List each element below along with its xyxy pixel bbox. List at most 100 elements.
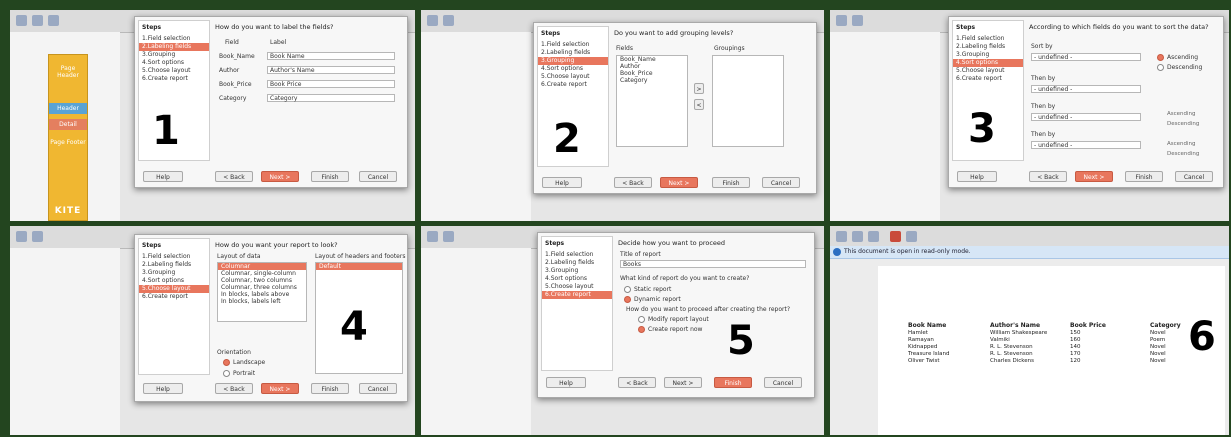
next-button[interactable]: Next > bbox=[660, 177, 698, 188]
help-button[interactable]: Help bbox=[957, 171, 997, 182]
layout-data-list[interactable]: Columnar Columnar, single-column Columna… bbox=[217, 262, 307, 322]
open-icon[interactable] bbox=[443, 231, 454, 242]
step-item[interactable]: 6.Create report bbox=[953, 75, 1023, 83]
step-item[interactable]: 5.Choose layout bbox=[542, 283, 612, 291]
header-section[interactable]: Header bbox=[49, 103, 87, 114]
step-item-active[interactable]: 4.Sort options bbox=[953, 59, 1023, 67]
create-now-radio[interactable] bbox=[638, 326, 645, 333]
step-item[interactable]: 1.Field selection bbox=[538, 41, 608, 49]
then-by-select[interactable]: - undefined - bbox=[1031, 113, 1141, 121]
step-item[interactable]: 6.Create report bbox=[139, 293, 209, 301]
back-button[interactable]: < Back bbox=[215, 383, 253, 394]
list-item-selected[interactable]: Default bbox=[316, 263, 402, 270]
step-item[interactable]: 2.Labeling fields bbox=[953, 43, 1023, 51]
new-document-icon[interactable] bbox=[427, 231, 438, 242]
cancel-button[interactable]: Cancel bbox=[359, 171, 397, 182]
open-icon[interactable] bbox=[443, 15, 454, 26]
step-item[interactable]: 2.Labeling fields bbox=[139, 261, 209, 269]
label-input[interactable]: Category bbox=[267, 94, 395, 102]
next-button[interactable]: Next > bbox=[261, 171, 299, 182]
back-button[interactable]: < Back bbox=[614, 177, 652, 188]
label-input[interactable]: Book Name bbox=[267, 52, 395, 60]
list-item[interactable]: Columnar, single-column bbox=[218, 270, 306, 277]
portrait-radio[interactable] bbox=[223, 370, 230, 377]
list-item[interactable]: In blocks, labels above bbox=[218, 291, 306, 298]
help-button[interactable]: Help bbox=[542, 177, 582, 188]
new-document-icon[interactable] bbox=[836, 231, 847, 242]
finish-button[interactable]: Finish bbox=[311, 171, 349, 182]
list-item-selected[interactable]: Columnar bbox=[218, 263, 306, 270]
step-item[interactable]: 5.Choose layout bbox=[139, 67, 209, 75]
list-item[interactable]: Book_Price bbox=[617, 70, 687, 77]
cancel-button[interactable]: Cancel bbox=[764, 377, 802, 388]
pdf-export-icon[interactable] bbox=[890, 231, 901, 242]
new-document-icon[interactable] bbox=[427, 15, 438, 26]
open-icon[interactable] bbox=[852, 231, 863, 242]
descending-radio[interactable] bbox=[1157, 64, 1164, 71]
add-group-button[interactable]: > bbox=[694, 83, 704, 94]
static-report-radio[interactable] bbox=[624, 286, 631, 293]
label-input[interactable]: Book Price bbox=[267, 80, 395, 88]
detail-section[interactable]: Detail bbox=[49, 119, 87, 130]
finish-button[interactable]: Finish bbox=[714, 377, 752, 388]
finish-button[interactable]: Finish bbox=[712, 177, 750, 188]
step-item-active[interactable]: 6.Create report bbox=[542, 291, 612, 299]
open-icon[interactable] bbox=[32, 231, 43, 242]
sort-by-select[interactable]: - undefined - bbox=[1031, 53, 1141, 61]
step-item[interactable]: 6.Create report bbox=[139, 75, 209, 83]
list-item[interactable]: In blocks, labels left bbox=[218, 298, 306, 305]
print-icon[interactable] bbox=[906, 231, 917, 242]
then-by-select[interactable]: - undefined - bbox=[1031, 85, 1141, 93]
step-item[interactable]: 5.Choose layout bbox=[538, 73, 608, 81]
then-by-select[interactable]: - undefined - bbox=[1031, 141, 1141, 149]
step-item[interactable]: 4.Sort options bbox=[139, 59, 209, 67]
modify-layout-radio[interactable] bbox=[638, 316, 645, 323]
new-document-icon[interactable] bbox=[836, 15, 847, 26]
page-header-section[interactable]: Page Header bbox=[49, 65, 87, 79]
landscape-radio[interactable] bbox=[223, 359, 230, 366]
page-footer-section[interactable]: Page Footer bbox=[49, 139, 87, 146]
step-item-active[interactable]: 5.Choose layout bbox=[139, 285, 209, 293]
cancel-button[interactable]: Cancel bbox=[1175, 171, 1213, 182]
step-item[interactable]: 1.Field selection bbox=[139, 35, 209, 43]
step-item[interactable]: 2.Labeling fields bbox=[538, 49, 608, 57]
step-item[interactable]: 5.Choose layout bbox=[953, 67, 1023, 75]
step-item[interactable]: 4.Sort options bbox=[538, 65, 608, 73]
step-item[interactable]: 1.Field selection bbox=[953, 35, 1023, 43]
help-button[interactable]: Help bbox=[546, 377, 586, 388]
dynamic-report-radio[interactable] bbox=[624, 296, 631, 303]
ascending-radio[interactable] bbox=[1157, 54, 1164, 61]
next-button[interactable]: Next > bbox=[1075, 171, 1113, 182]
new-document-icon[interactable] bbox=[16, 231, 27, 242]
remove-group-button[interactable]: < bbox=[694, 99, 704, 110]
report-title-input[interactable]: Books bbox=[620, 260, 806, 268]
back-button[interactable]: < Back bbox=[1029, 171, 1067, 182]
step-item[interactable]: 3.Grouping bbox=[542, 267, 612, 275]
list-item[interactable]: Author bbox=[617, 63, 687, 70]
next-button[interactable]: Next > bbox=[664, 377, 702, 388]
step-item[interactable]: 2.Labeling fields bbox=[542, 259, 612, 267]
finish-button[interactable]: Finish bbox=[311, 383, 349, 394]
next-button[interactable]: Next > bbox=[261, 383, 299, 394]
help-button[interactable]: Help bbox=[143, 171, 183, 182]
back-button[interactable]: < Back bbox=[618, 377, 656, 388]
open-icon[interactable] bbox=[32, 15, 43, 26]
list-item[interactable]: Columnar, three columns bbox=[218, 284, 306, 291]
step-item-active[interactable]: 2.Labeling fields bbox=[139, 43, 209, 51]
step-item[interactable]: 3.Grouping bbox=[139, 269, 209, 277]
fields-list[interactable]: Book_Name Author Book_Price Category bbox=[616, 55, 688, 147]
step-item[interactable]: 4.Sort options bbox=[139, 277, 209, 285]
list-item[interactable]: Columnar, two columns bbox=[218, 277, 306, 284]
step-item[interactable]: 1.Field selection bbox=[542, 251, 612, 259]
cancel-button[interactable]: Cancel bbox=[762, 177, 800, 188]
cancel-button[interactable]: Cancel bbox=[359, 383, 397, 394]
step-item[interactable]: 3.Grouping bbox=[139, 51, 209, 59]
step-item[interactable]: 4.Sort options bbox=[542, 275, 612, 283]
step-item[interactable]: 3.Grouping bbox=[953, 51, 1023, 59]
finish-button[interactable]: Finish bbox=[1125, 171, 1163, 182]
save-icon[interactable] bbox=[48, 15, 59, 26]
step-item[interactable]: 1.Field selection bbox=[139, 253, 209, 261]
new-document-icon[interactable] bbox=[16, 15, 27, 26]
save-icon[interactable] bbox=[868, 231, 879, 242]
step-item-active[interactable]: 3.Grouping bbox=[538, 57, 608, 65]
